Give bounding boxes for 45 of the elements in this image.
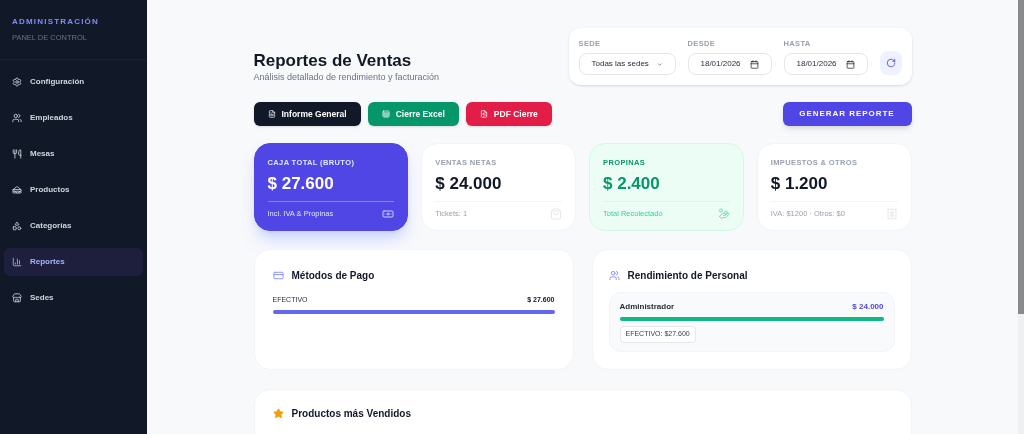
stat-value: $ 27.600 — [267, 172, 335, 195]
calendar-icon — [845, 59, 855, 69]
export-button[interactable]: Cierre Excel — [367, 102, 459, 127]
card-title: Productos más Vendidos — [291, 407, 411, 422]
users-icon — [12, 113, 22, 124]
sidebar-item[interactable]: Configuración — [4, 68, 143, 97]
date-field[interactable]: 18/01/2026 — [783, 53, 868, 76]
sidebar-item[interactable]: Mesas — [4, 140, 143, 169]
shapes-icon — [12, 221, 22, 232]
sidebar-item[interactable]: Categorías — [4, 212, 143, 241]
export-button[interactable]: PDF Cierre — [465, 102, 552, 127]
shopping-bag-icon — [550, 208, 562, 220]
staff-name: Administrador — [619, 301, 675, 314]
refresh-icon — [885, 58, 896, 69]
credit-card-icon — [272, 270, 284, 282]
stat-value: $ 2.400 — [603, 172, 661, 195]
calendar-icon — [749, 59, 759, 69]
sidebar-title: ADMINISTRACIÓN — [12, 16, 101, 28]
gear-icon — [12, 77, 22, 88]
bar-chart-icon — [12, 257, 22, 268]
card-title: Rendimiento de Personal — [627, 269, 748, 284]
document-icon — [267, 110, 276, 119]
page-subtitle: Análisis detallado de rendimiento y facturación — [253, 71, 440, 85]
image-file-icon — [479, 110, 488, 119]
sidebar-item[interactable]: Sedes — [4, 284, 143, 313]
sidebar-item[interactable]: Empleados — [4, 104, 143, 133]
export-button[interactable]: Informe General — [253, 102, 361, 127]
sandwich-icon — [12, 185, 22, 196]
date-field[interactable]: 18/01/2026 — [687, 53, 772, 76]
hand-coins-icon — [717, 208, 730, 220]
sidebar-item[interactable]: Reportes — [4, 248, 143, 277]
stat-value: $ 1.200 — [770, 172, 829, 195]
users-icon — [608, 270, 620, 282]
store-icon — [12, 293, 22, 304]
sede-select[interactable]: Todas las sedes — [578, 53, 676, 76]
sidebar-item[interactable]: Productos — [4, 176, 143, 205]
banknote-icon — [382, 208, 395, 220]
stat-value: $ 24.000 — [435, 172, 503, 195]
refresh-button[interactable] — [879, 51, 902, 76]
generate-report-button[interactable]: GENERAR REPORTE — [782, 102, 912, 127]
page-title: Reportes de Ventas — [253, 50, 413, 72]
card-title: Métodos de Pago — [291, 269, 375, 284]
utensils-icon — [12, 149, 22, 160]
star-icon — [272, 408, 284, 420]
staff-amount: $ 24.000 — [852, 301, 884, 314]
